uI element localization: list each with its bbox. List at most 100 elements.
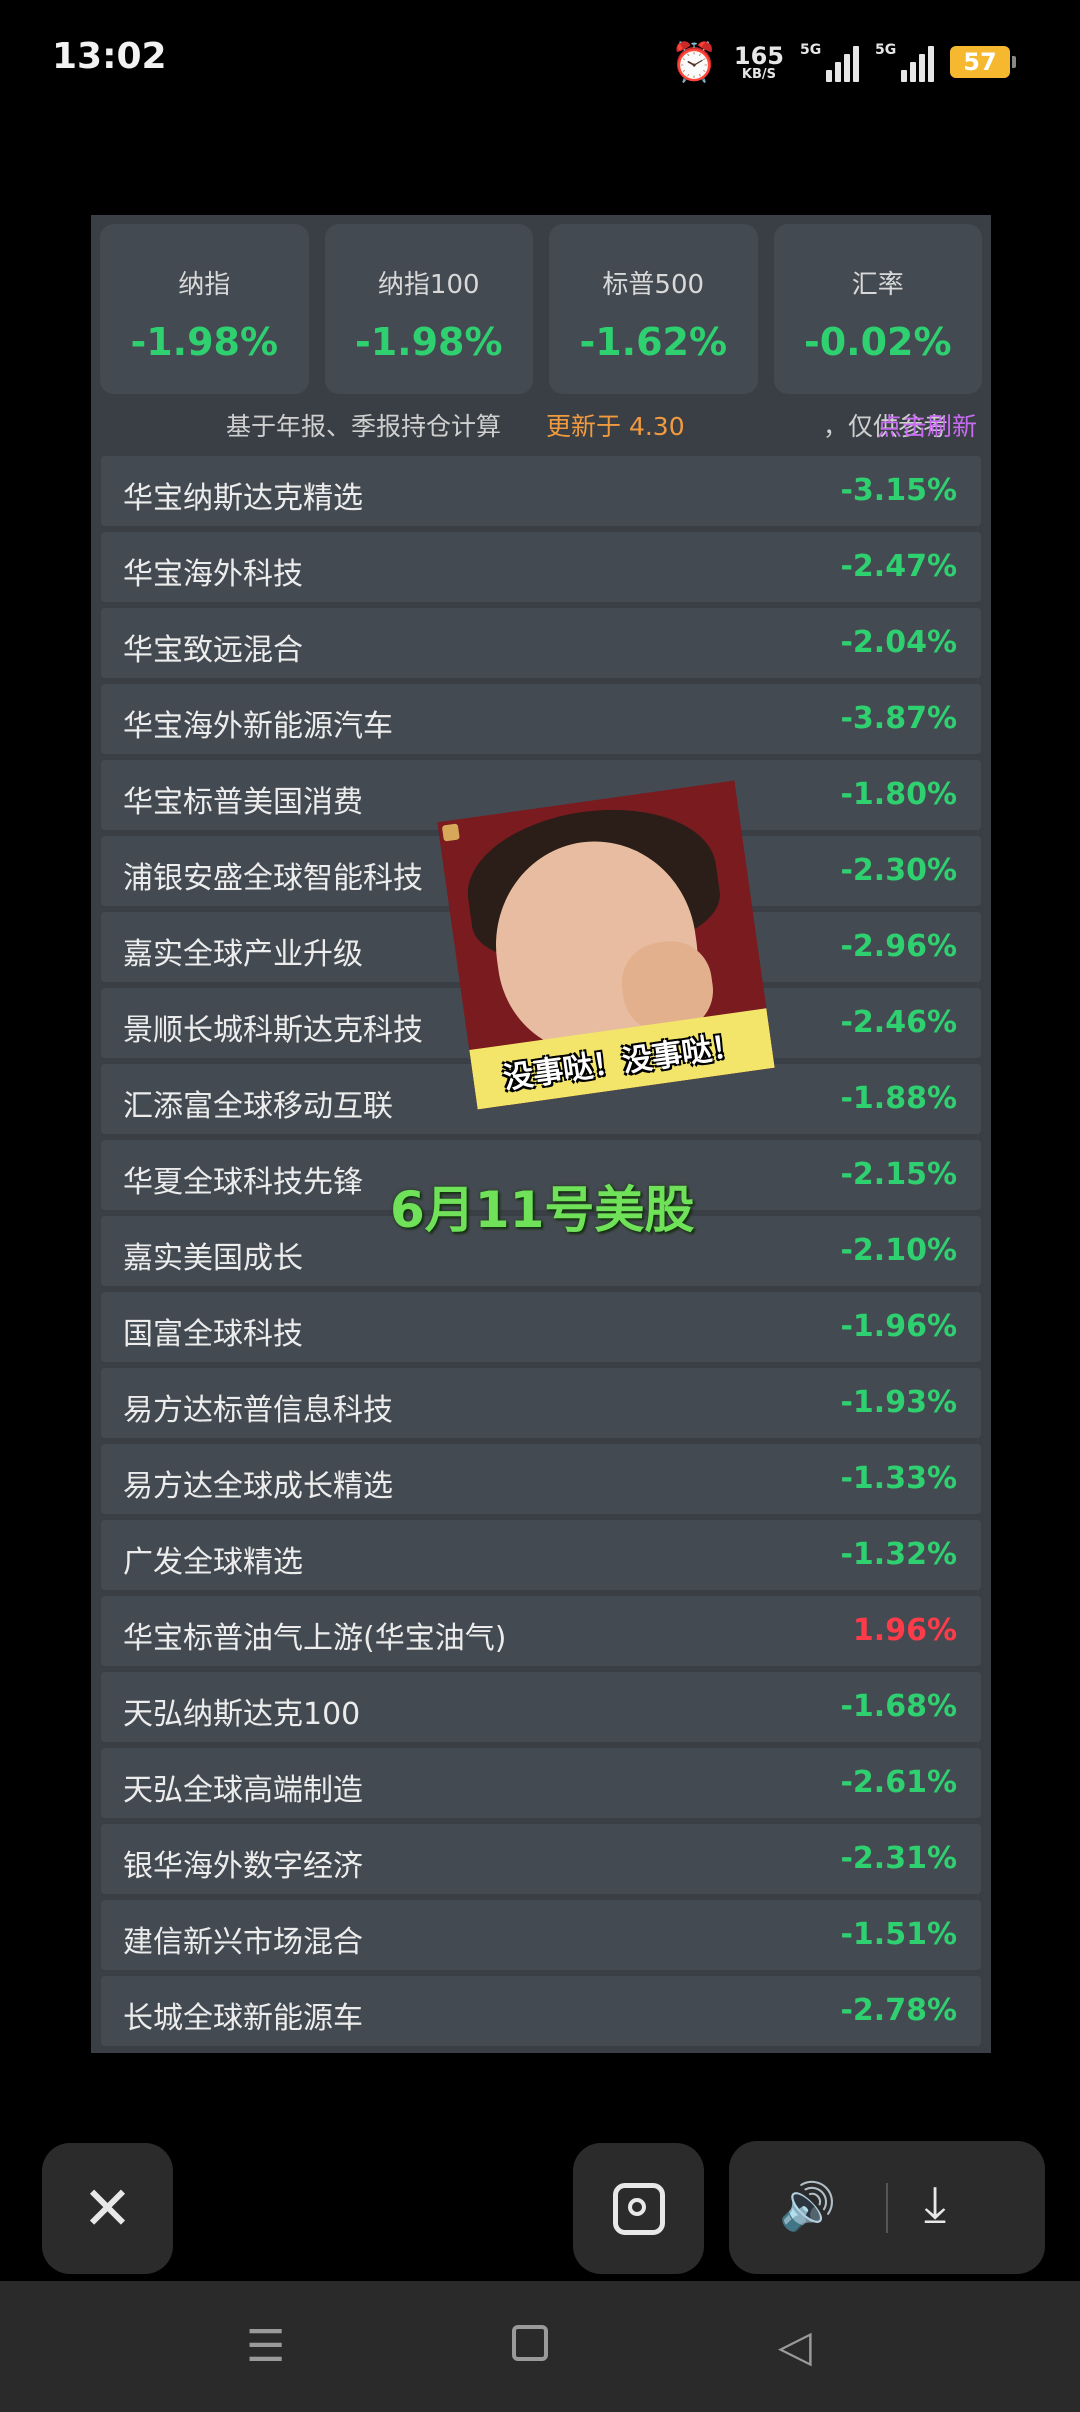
divider (886, 2183, 888, 2233)
alarm-icon: ⏰ (670, 40, 718, 84)
index-card-nasdaq: 纳指 -1.98% (100, 224, 309, 394)
fund-name: 天弘纳斯达克100 (123, 1697, 361, 1732)
download-icon[interactable]: ⤓ (924, 2175, 946, 2234)
index-card-nasdaq100: 纳指100 -1.98% (324, 224, 533, 394)
fund-name: 易方达标普信息科技 (123, 1393, 393, 1428)
fund-row[interactable]: 银华海外数字经济 -2.31% (101, 1824, 981, 1894)
index-value: -0.02% (803, 320, 952, 364)
close-icon: ✕ (82, 2173, 133, 2244)
fund-change: -2.46% (840, 1005, 957, 1040)
fund-row[interactable]: 华宝致远混合 -2.04% (101, 608, 981, 678)
update-date-text: 更新于 4.30 (546, 412, 685, 441)
fund-row[interactable]: 华宝纳斯达克精选 -3.15% (101, 456, 981, 526)
fund-change: -2.15% (840, 1157, 957, 1192)
fund-name: 华宝纳斯达克精选 (123, 481, 363, 516)
fund-name: 华夏全球科技先锋 (123, 1165, 363, 1200)
close-button[interactable]: ✕ (42, 2143, 173, 2274)
fund-name: 景顺长城科斯达克科技 (123, 1013, 423, 1048)
fund-change: -2.31% (840, 1841, 957, 1876)
index-value: -1.98% (354, 320, 503, 364)
fund-name: 华宝标普油气上游(华宝油气) (123, 1621, 507, 1656)
fund-name: 浦银安盛全球智能科技 (123, 861, 423, 896)
fund-row[interactable]: 国富全球科技 -1.96% (101, 1292, 981, 1362)
calc-basis-text: 基于年报、季报持仓计算 (226, 412, 502, 441)
fund-change: -1.32% (840, 1537, 957, 1572)
menu-icon[interactable]: ☰ (246, 2321, 285, 2372)
index-card-exchange-rate: 汇率 -0.02% (773, 224, 982, 394)
signal-label: 5G (800, 42, 822, 58)
index-name: 汇率 (851, 270, 904, 300)
fund-name: 建信新兴市场混合 (123, 1925, 363, 1960)
network-speed: 165 KB/S (734, 44, 784, 81)
fund-name: 嘉实美国成长 (123, 1241, 303, 1276)
status-icons: ⏰ 165 KB/S 5G 5G 57 (670, 34, 1016, 90)
fund-name: 易方达全球成长精选 (123, 1469, 393, 1504)
index-value: -1.62% (579, 320, 728, 364)
signal-icon: 5G (875, 42, 934, 82)
fund-change: -3.15% (840, 473, 957, 508)
index-card-sp500: 标普500 -1.62% (549, 224, 758, 394)
fund-name: 广发全球精选 (123, 1545, 303, 1580)
fund-row[interactable]: 长城全球新能源车 -2.78% (101, 1976, 981, 2046)
fund-change: 1.96% (852, 1613, 957, 1648)
fund-name: 嘉实全球产业升级 (123, 937, 363, 972)
navigation-bar: ☰ ◁ (0, 2281, 1080, 2412)
fund-change: -2.61% (840, 1765, 957, 1800)
video-title-overlay: 6月11号美股 (390, 1181, 695, 1239)
signal-label: 5G (875, 42, 897, 58)
fund-change: -2.96% (840, 929, 957, 964)
fund-name: 银华海外数字经济 (123, 1849, 363, 1884)
fund-change: -1.33% (840, 1461, 957, 1496)
info-line: 基于年报、季报持仓计算 更新于 4.30 ，仅供参考 点击刷新 (91, 407, 991, 447)
clock: 13:02 (52, 36, 167, 77)
fund-panel: 纳指 -1.98% 纳指100 -1.98% 标普500 -1.62% 汇率 -… (91, 215, 991, 2053)
index-name: 纳指100 (377, 270, 480, 300)
volume-icon[interactable]: 🔊 (779, 2179, 836, 2234)
index-name: 纳指 (178, 270, 231, 300)
back-icon[interactable]: ◁ (778, 2321, 812, 2372)
fund-change: -1.93% (840, 1385, 957, 1420)
index-cards: 纳指 -1.98% 纳指100 -1.98% 标普500 -1.62% 汇率 -… (100, 224, 982, 394)
index-name: 标普500 (602, 270, 705, 300)
signal-icon: 5G (800, 42, 859, 82)
fund-row[interactable]: 易方达全球成长精选 -1.33% (101, 1444, 981, 1514)
fund-row[interactable]: 广发全球精选 -1.32% (101, 1520, 981, 1590)
speed-value: 165 (733, 41, 784, 70)
refresh-link[interactable]: 点击刷新 (877, 407, 977, 443)
fund-change: -2.04% (840, 625, 957, 660)
fund-change: -1.96% (840, 1309, 957, 1344)
fund-name: 华宝海外科技 (123, 557, 303, 592)
fund-row[interactable]: 华宝标普油气上游(华宝油气) 1.96% (101, 1596, 981, 1666)
fund-list: 华宝纳斯达克精选 -3.15% 华宝海外科技 -2.47% 华宝致远混合 -2.04%… (101, 456, 981, 2052)
sticker-badge-icon (441, 823, 460, 842)
status-bar: 13:02 ⏰ 165 KB/S 5G 5G 57 (0, 0, 1080, 120)
fund-change: -2.10% (840, 1233, 957, 1268)
fund-change: -1.80% (840, 777, 957, 812)
fund-row[interactable]: 天弘全球高端制造 -2.61% (101, 1748, 981, 1818)
scan-icon (612, 2182, 665, 2235)
fund-change: -3.87% (840, 701, 957, 736)
fund-change: -1.88% (840, 1081, 957, 1116)
fund-change: -1.51% (840, 1917, 957, 1952)
scan-button[interactable] (573, 2143, 704, 2274)
speed-unit: KB/S (741, 66, 776, 82)
fund-row[interactable]: 天弘纳斯达克100 -1.68% (101, 1672, 981, 1742)
fund-change: -2.47% (840, 549, 957, 584)
fund-row[interactable]: 建信新兴市场混合 -1.51% (101, 1900, 981, 1970)
index-value: -1.98% (130, 320, 279, 364)
fund-row[interactable]: 易方达标普信息科技 -1.93% (101, 1368, 981, 1438)
battery-icon: 57 (950, 46, 1016, 78)
fund-name: 华宝标普美国消费 (123, 785, 363, 820)
fund-change: -2.78% (840, 1993, 957, 2028)
fund-name: 长城全球新能源车 (123, 2001, 363, 2036)
home-icon[interactable] (512, 2325, 548, 2361)
battery-level: 57 (963, 48, 997, 76)
fund-row[interactable]: 华宝海外新能源汽车 -3.87% (101, 684, 981, 754)
fund-name: 天弘全球高端制造 (123, 1773, 363, 1808)
fund-row[interactable]: 华宝海外科技 -2.47% (101, 532, 981, 602)
fund-change: -2.30% (840, 853, 957, 888)
fund-name: 国富全球科技 (123, 1317, 303, 1352)
meme-sticker: 没事哒！没事哒！ (437, 780, 775, 1110)
fund-change: -1.68% (840, 1689, 957, 1724)
fund-name: 华宝致远混合 (123, 633, 303, 668)
